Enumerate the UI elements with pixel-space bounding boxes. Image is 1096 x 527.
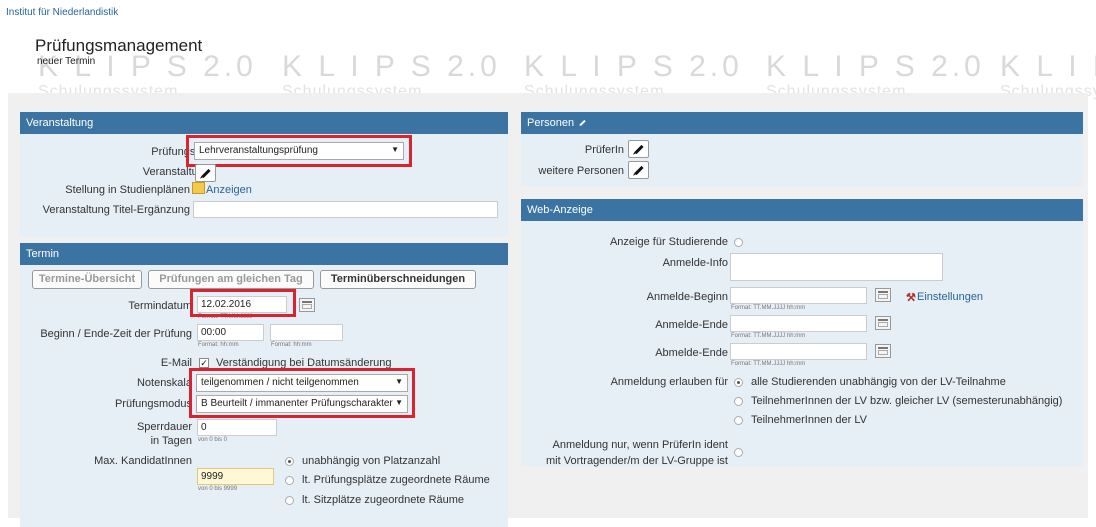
plan-icon (192, 182, 205, 194)
einstellungen-link[interactable]: Einstellungen (917, 291, 983, 303)
radio-alle-studierenden[interactable] (734, 378, 743, 387)
weitere-personen-label: weitere Personen (538, 165, 624, 177)
titel-ergaenzung-label: Veranstaltung Titel-Ergänzung (42, 204, 190, 216)
calendar-icon[interactable] (875, 288, 891, 302)
abmelde-ende-input[interactable] (730, 343, 867, 360)
calendar-icon[interactable] (875, 316, 891, 330)
range-hint: von 0 bis 9999 (198, 486, 238, 492)
terminueberschneidungen-button[interactable]: Terminüberschneidungen (320, 270, 476, 289)
highlight-box (189, 368, 415, 418)
web-anzeige-panel: Web-Anzeige Anzeige für Studierende Anme… (521, 199, 1083, 467)
calendar-icon[interactable] (299, 298, 315, 312)
ident-label: Anmeldung nur, wenn PrüferIn ident (552, 439, 728, 451)
radio-teilnehmer-gleiche-lv[interactable] (734, 397, 743, 406)
radio-label: TeilnehmerInnen der LV (751, 414, 867, 426)
breadcrumb[interactable]: Institut für Niederlandistik (6, 7, 118, 18)
pencil-icon (634, 144, 644, 155)
radio-label: lt. Sitzplätze zugeordnete Räume (302, 494, 465, 506)
radio-label: unabhängig von Platzanzahl (302, 455, 441, 467)
time-format-hint: Format: hh:mm (271, 342, 312, 348)
anmeldung-erlauben-label: Anmeldung erlauben für (610, 376, 728, 388)
anzeige-studierende-checkbox[interactable] (734, 238, 743, 247)
ident-label: mit Vortragender/m der LV-Gruppe ist (546, 455, 728, 467)
tools-icon: ⚒ (906, 292, 916, 304)
notenskala-label: Notenskala (136, 377, 192, 389)
radio-sitzplaetze[interactable] (285, 496, 294, 505)
panel-header: Web-Anzeige (521, 199, 1083, 221)
anmelde-info-textarea[interactable] (730, 253, 943, 281)
termin-panel: Termin Termine-Übersicht Prüfungen am gl… (20, 243, 508, 527)
format-hint: Format: TT.MM.JJJJ hh:mm (731, 361, 806, 367)
panel-header: Personen (521, 112, 1083, 134)
radio-unabhaengig[interactable] (285, 457, 294, 466)
max-kandidaten-label: Max. KandidatInnen (94, 455, 192, 467)
edit-pruefer-button[interactable] (628, 140, 649, 158)
format-hint: Format: TT.MM.JJJJ hh:mm (731, 333, 806, 339)
sperrdauer-input[interactable]: 0 (197, 419, 277, 436)
radio-pruefungsplaetze[interactable] (285, 476, 294, 485)
max-kandidaten-input[interactable]: 9999 (197, 468, 274, 485)
edit-veranstaltung-button[interactable] (195, 164, 216, 182)
page-subtitle: neuer Termin (37, 56, 96, 67)
abmelde-ende-label: Abmelde-Ende (655, 347, 728, 359)
anmelde-beginn-input[interactable] (730, 287, 867, 304)
stellung-label: Stellung in Studienplänen (65, 184, 190, 196)
beginn-ende-label: Beginn / Ende-Zeit der Prüfung (40, 328, 192, 340)
radio-label: TeilnehmerInnen der LV bzw. gleicher LV … (751, 395, 1063, 407)
pencil-icon (577, 118, 589, 128)
sperrdauer-label: Sperrdauer (136, 421, 192, 433)
format-hint: Format: TT.MM.JJJJ hh:mm (731, 305, 806, 311)
pruefungen-gleicher-tag-button[interactable]: Prüfungen am gleichen Tag (148, 270, 314, 289)
termine-uebersicht-button[interactable]: Termine-Übersicht (32, 270, 142, 289)
highlight-box (186, 135, 412, 167)
panel-header: Termin (20, 243, 508, 265)
radio-label: alle Studierenden unabhängig von der LV-… (751, 376, 1006, 388)
panel-header: Veranstaltung (20, 112, 508, 134)
page-title: Prüfungsmanagement (35, 36, 203, 55)
time-format-hint: Format: hh:mm (198, 342, 239, 348)
calendar-icon[interactable] (875, 344, 891, 358)
personen-panel: Personen PrüferIn weitere Personen (521, 112, 1083, 186)
pruefer-label: PrüferIn (584, 144, 624, 156)
titel-ergaenzung-input[interactable] (193, 201, 498, 218)
sperrdauer-unit-label: in Tagen (150, 435, 192, 447)
anmelde-ende-label: Anmelde-Ende (655, 319, 728, 331)
anmelde-ende-input[interactable] (730, 315, 867, 332)
anmelde-beginn-label: Anmelde-Beginn (646, 291, 728, 303)
anmelde-info-label: Anmelde-Info (662, 257, 728, 269)
pencil-icon (201, 168, 211, 179)
radio-teilnehmer-lv[interactable] (734, 416, 743, 425)
ident-checkbox[interactable] (734, 448, 743, 457)
pruefungsmodus-label: Prüfungsmodus (114, 398, 192, 410)
highlight-box (190, 289, 296, 317)
anzeigen-link[interactable]: Anzeigen (206, 184, 252, 196)
beginn-zeit-input[interactable]: 00:00 (197, 324, 264, 341)
radio-label: lt. Prüfungsplätze zugeordnete Räume (302, 474, 490, 486)
veranstaltung-panel: Veranstaltung Prüfungstyp Lehrveranstalt… (20, 112, 508, 237)
edit-weitere-personen-button[interactable] (628, 161, 649, 179)
anzeige-studierende-label: Anzeige für Studierende (609, 236, 728, 248)
range-hint: von 0 bis 0 (198, 437, 228, 443)
termindatum-label: Termindatum (128, 300, 192, 312)
email-label: E-Mail (160, 357, 192, 369)
ende-zeit-input[interactable] (270, 324, 343, 341)
email-checkbox[interactable]: ✓ (199, 358, 209, 368)
pencil-icon (634, 165, 644, 176)
